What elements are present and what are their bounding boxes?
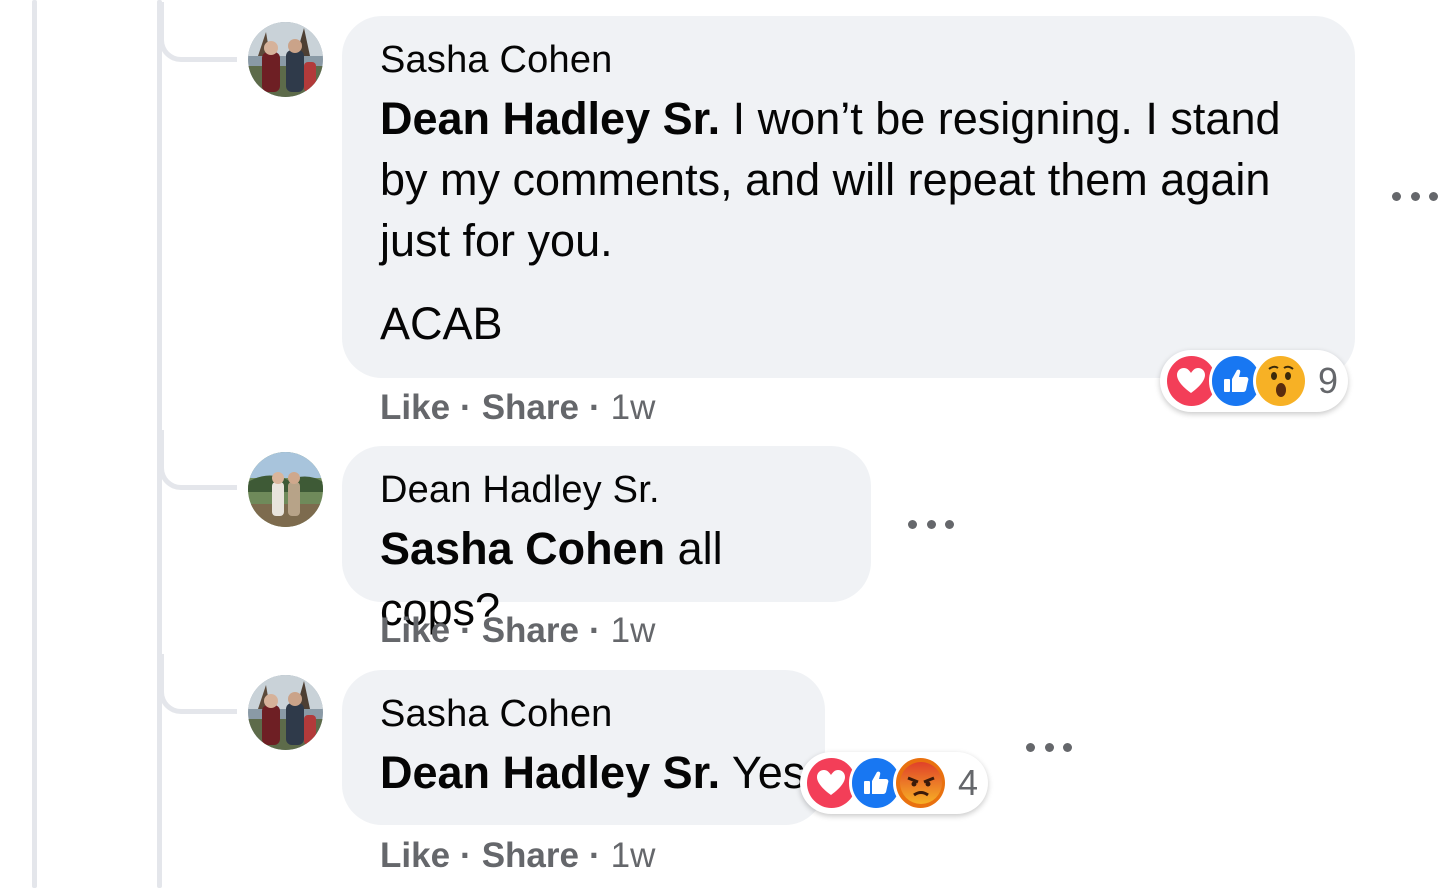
timestamp-link[interactable]: 1w — [611, 836, 656, 875]
more-options-button[interactable] — [1026, 739, 1072, 755]
comment-text: Dean Hadley Sr. I won’t be resigning. I … — [380, 88, 1317, 271]
separator-dot: · — [588, 836, 601, 875]
comment-thread: Sasha Cohen Dean Hadley Sr. I won’t be r… — [0, 0, 1440, 888]
dot-icon — [908, 519, 917, 529]
dot-icon — [926, 519, 936, 529]
dot-icon — [1063, 742, 1072, 752]
comment-author[interactable]: Sasha Cohen — [380, 692, 787, 736]
dot-icon — [1392, 191, 1401, 201]
separator-dot: · — [588, 388, 601, 427]
comment-actions: Like · Share · 1w — [380, 388, 655, 428]
more-options-button[interactable] — [1392, 188, 1438, 204]
avatar-photo-icon — [248, 452, 323, 527]
comment-text-line3: just for you. — [380, 215, 613, 266]
reply-connector — [159, 654, 237, 714]
avatar-sasha-cohen[interactable] — [248, 675, 323, 750]
reply-connector — [159, 430, 237, 490]
dot-icon — [1026, 742, 1035, 752]
mention-link[interactable]: Sasha Cohen — [380, 523, 665, 574]
reaction-count: 4 — [957, 762, 978, 803]
comment-text-line1: I won’t be resigning. I stand — [720, 93, 1281, 144]
share-button[interactable]: Share — [482, 611, 579, 650]
comment-actions: Like · Share · 1w — [380, 836, 655, 876]
avatar-photo-icon — [248, 22, 323, 97]
avatar-photo-icon — [248, 675, 323, 750]
comment-text-body: Yes — [720, 747, 806, 798]
separator-dot: · — [460, 388, 472, 427]
more-options-button[interactable] — [908, 516, 954, 532]
dot-icon — [1410, 191, 1420, 201]
comment-author[interactable]: Dean Hadley Sr. — [380, 468, 833, 512]
avatar-dean-hadley[interactable] — [248, 452, 323, 527]
comment-actions: Like · Share · 1w — [380, 611, 655, 651]
share-button[interactable]: Share — [482, 388, 579, 427]
reactions-summary[interactable]: 4 — [800, 752, 988, 814]
comment-bubble: Dean Hadley Sr. Sasha Cohen all cops? — [342, 446, 871, 635]
share-button[interactable]: Share — [482, 836, 579, 875]
reactions-summary[interactable]: 9 — [1160, 350, 1348, 412]
dot-icon — [945, 519, 954, 529]
separator-dot: · — [460, 836, 472, 875]
comment-paragraph: ACAB — [380, 298, 503, 349]
comment-text: Dean Hadley Sr. Yes — [380, 742, 805, 803]
like-button[interactable]: Like — [380, 611, 450, 650]
dot-icon — [1044, 742, 1054, 752]
reaction-count: 9 — [1317, 360, 1338, 401]
like-button[interactable]: Like — [380, 388, 450, 427]
separator-dot: · — [460, 611, 472, 650]
comment-bubble: Sasha Cohen Dean Hadley Sr. I won’t be r… — [342, 16, 1355, 378]
mention-link[interactable]: Dean Hadley Sr. — [380, 93, 720, 144]
separator-dot: · — [588, 611, 601, 650]
comment-author[interactable]: Sasha Cohen — [380, 38, 1317, 82]
wow-icon — [1253, 353, 1308, 409]
mention-link[interactable]: Dean Hadley Sr. — [380, 747, 720, 798]
thread-line-outer — [32, 0, 37, 888]
like-button[interactable]: Like — [380, 836, 450, 875]
timestamp-link[interactable]: 1w — [611, 388, 656, 427]
comment-text-line2: by my comments, and will repeat them aga… — [380, 154, 1271, 205]
dot-icon — [1429, 191, 1438, 201]
comment-bubble: Sasha Cohen Dean Hadley Sr. Yes — [342, 670, 825, 825]
reply-connector — [159, 2, 237, 62]
angry-icon — [893, 755, 948, 811]
timestamp-link[interactable]: 1w — [611, 611, 656, 650]
avatar-sasha-cohen[interactable] — [248, 22, 323, 97]
